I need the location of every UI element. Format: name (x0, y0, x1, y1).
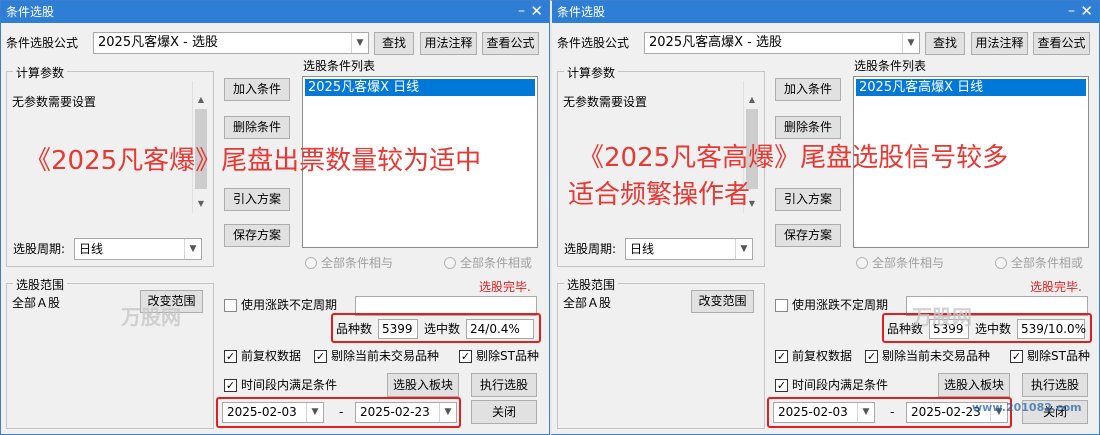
window-title: 条件选股 (557, 5, 606, 19)
condition-list-title: 选股条件列表 (854, 59, 927, 73)
chevron-down-icon[interactable]: ▼ (351, 33, 368, 53)
condition-list-item[interactable]: 2025凡客高爆X 日线 (856, 79, 1086, 96)
time-range-label: 时间段内满足条件 (241, 378, 338, 392)
exclude-untraded-label: 剔除当前未交易品种 (331, 349, 440, 363)
condition-list-title: 选股条件列表 (303, 59, 376, 73)
formula-combo[interactable]: 2025凡客高爆X - 选股 ▼ (644, 32, 920, 54)
select-to-block-button[interactable]: 选股入板块 (387, 373, 459, 397)
pre-adjust-checkbox[interactable]: ✓ (775, 350, 788, 363)
period-combo[interactable]: 日线 ▼ (625, 238, 753, 260)
overlay-text-line: 适合频繁操作者 (568, 180, 751, 210)
formula-label: 条件选股公式 (6, 36, 79, 50)
find-button[interactable]: 查找 (925, 32, 965, 55)
view-formula-button[interactable]: 查看公式 (1033, 32, 1090, 55)
time-range-label: 时间段内满足条件 (792, 378, 889, 392)
watermark-text: 万股网 (912, 305, 972, 329)
radio-or-label: 全部条件相或 (1011, 256, 1084, 270)
overlay-text-line: 《2025凡客爆》尾盘出票数量较为适中 (25, 146, 482, 176)
period-value: 日线 (630, 242, 655, 256)
chevron-down-icon[interactable]: ▼ (184, 239, 201, 259)
pre-adjust-label: 前复权数据 (792, 349, 853, 363)
usage-notes-button[interactable]: 用法注释 (971, 32, 1028, 55)
execute-select-button[interactable]: 执行选股 (1022, 373, 1088, 397)
save-plan-button[interactable]: 保存方案 (224, 224, 290, 247)
delete-condition-button[interactable]: 删除条件 (775, 116, 841, 139)
period-label: 选股周期: (564, 242, 617, 256)
title-bar: 条件选股 – ✕ (552, 1, 1099, 23)
add-condition-button[interactable]: 加入条件 (775, 78, 841, 101)
pre-adjust-label: 前复权数据 (241, 349, 302, 363)
delete-condition-button[interactable]: 删除条件 (224, 116, 290, 139)
radio-and[interactable] (305, 257, 317, 269)
exclude-untraded-checkbox[interactable]: ✓ (865, 350, 878, 363)
import-plan-button[interactable]: 引入方案 (224, 188, 290, 211)
exclude-st-checkbox[interactable]: ✓ (1010, 350, 1023, 363)
exclude-st-label: 剔除ST品种 (1027, 349, 1090, 363)
import-plan-button[interactable]: 引入方案 (775, 188, 841, 211)
close-button[interactable]: 关闭 (471, 400, 537, 424)
pre-adjust-checkbox[interactable]: ✓ (224, 350, 237, 363)
condition-select-window-right: 条件选股 – ✕ 条件选股公式 2025凡客高爆X - 选股 ▼ 查找 用法注释… (550, 0, 1100, 435)
add-condition-button[interactable]: 加入条件 (224, 78, 290, 101)
condition-list-item[interactable]: 2025凡客爆X 日线 (305, 79, 535, 96)
radio-and[interactable] (856, 257, 868, 269)
select-to-block-button[interactable]: 选股入板块 (938, 373, 1010, 397)
overlay-text-line: 《2025凡客高爆》尾盘选股信号较多 (578, 143, 1009, 173)
period-label: 选股周期: (13, 242, 66, 256)
watermark-url: www.201082.com (972, 401, 1082, 414)
use-updown-label: 使用涨跌不定周期 (241, 298, 338, 312)
exclude-untraded-checkbox[interactable]: ✓ (314, 350, 327, 363)
title-bar: 条件选股 – ✕ (1, 1, 549, 23)
calc-params-title: 计算参数 (564, 64, 619, 81)
time-range-checkbox[interactable]: ✓ (224, 379, 237, 392)
formula-label: 条件选股公式 (557, 36, 630, 50)
exclude-untraded-label: 剔除当前未交易品种 (882, 349, 991, 363)
radio-or-label: 全部条件相或 (460, 256, 533, 270)
status-text: 选股完毕. (1030, 280, 1082, 294)
scope-group-title: 选股范围 (13, 276, 68, 293)
no-params-text: 无参数需要设置 (563, 95, 648, 109)
status-text: 选股完毕. (479, 280, 531, 294)
calc-params-title: 计算参数 (13, 64, 68, 81)
minimize-icon[interactable]: – (518, 1, 525, 21)
watermark-text: 万股网 (121, 305, 181, 329)
scroll-up-icon[interactable]: ▲ (744, 93, 760, 107)
formula-value: 2025凡客爆X - 选股 (98, 35, 218, 50)
exclude-st-checkbox[interactable]: ✓ (459, 350, 472, 363)
condition-select-window-left: 条件选股 – ✕ 条件选股公式 2025凡客爆X - 选股 ▼ 查找 用法注释 … (0, 0, 550, 435)
no-params-text: 无参数需要设置 (12, 95, 97, 109)
period-value: 日线 (79, 242, 104, 256)
radio-or[interactable] (444, 257, 456, 269)
window-title: 条件选股 (6, 5, 55, 19)
chevron-down-icon[interactable]: ▼ (902, 33, 919, 53)
use-updown-checkbox[interactable] (775, 299, 788, 312)
highlight-box-counts (331, 313, 541, 343)
period-combo[interactable]: 日线 ▼ (74, 238, 202, 260)
scroll-down-icon[interactable]: ▼ (193, 197, 209, 211)
radio-and-label: 全部条件相与 (321, 256, 394, 270)
chevron-down-icon[interactable]: ▼ (735, 239, 752, 259)
highlight-box-dates (216, 397, 461, 428)
save-plan-button[interactable]: 保存方案 (775, 224, 841, 247)
formula-value: 2025凡客高爆X - 选股 (649, 35, 782, 50)
close-icon[interactable]: ✕ (530, 1, 543, 21)
minimize-icon[interactable]: – (1068, 1, 1075, 21)
formula-combo[interactable]: 2025凡客爆X - 选股 ▼ (93, 32, 369, 54)
close-icon[interactable]: ✕ (1080, 1, 1093, 21)
scope-value: 全部Ａ股 (563, 296, 612, 310)
usage-notes-button[interactable]: 用法注释 (420, 32, 477, 55)
radio-or[interactable] (995, 257, 1007, 269)
exclude-st-label: 剔除ST品种 (476, 349, 539, 363)
view-formula-button[interactable]: 查看公式 (482, 32, 539, 55)
scope-group-title: 选股范围 (564, 276, 619, 293)
find-button[interactable]: 查找 (374, 32, 414, 55)
time-range-checkbox[interactable]: ✓ (775, 379, 788, 392)
radio-and-label: 全部条件相与 (872, 256, 945, 270)
execute-select-button[interactable]: 执行选股 (471, 373, 537, 397)
change-scope-button[interactable]: 改变范围 (691, 290, 754, 313)
scroll-up-icon[interactable]: ▲ (193, 93, 209, 107)
use-updown-label: 使用涨跌不定周期 (792, 298, 889, 312)
use-updown-checkbox[interactable] (224, 299, 237, 312)
scope-value: 全部Ａ股 (12, 296, 61, 310)
